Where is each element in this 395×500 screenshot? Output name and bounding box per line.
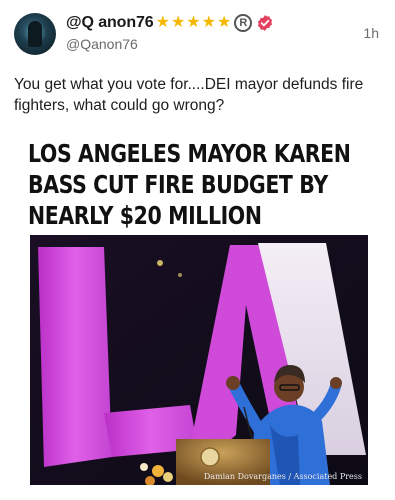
headline-line: NEARLY $20 MILLION	[28, 201, 262, 230]
author-handle[interactable]: @Qanon76	[66, 36, 138, 52]
star-icon: ★	[155, 14, 170, 31]
registered-icon: R	[234, 14, 253, 32]
rating-stars: ★ ★ ★ ★ ★	[156, 15, 233, 31]
photo-credit: Damian Dovarganes / Associated Press	[203, 472, 362, 481]
star-icon: ★	[170, 14, 186, 31]
post-media[interactable]: LOS ANGELES MAYOR KAREN BASS CUT FIRE BU…	[22, 130, 374, 490]
star-icon: ★	[201, 14, 216, 31]
post-timestamp[interactable]: 1h	[363, 25, 379, 41]
headline-line: LOS ANGELES MAYOR KAREN	[28, 139, 351, 168]
verified-badge-icon	[256, 14, 274, 32]
avatar-figure	[28, 21, 42, 47]
post-text: You get what you vote for....DEI mayor d…	[14, 76, 364, 114]
star-icon: ★	[186, 14, 201, 31]
star-icon: ★	[216, 14, 232, 31]
author-display-name[interactable]: @Q anon76	[66, 14, 154, 32]
avatar[interactable]	[14, 13, 56, 55]
post-card: @Q anon76 ★ ★ ★ ★ ★ R @Qanon76 1h You get wh…	[0, 0, 395, 500]
headline-line: BASS CUT FIRE BUDGET BY	[28, 170, 328, 199]
news-photo[interactable]: Damian Dovarganes / Associated Press	[30, 235, 368, 485]
author-name-row: @Q anon76 ★ ★ ★ ★ ★ R	[66, 12, 274, 34]
news-photo-illustration	[30, 235, 368, 485]
article-headline: LOS ANGELES MAYOR KAREN BASS CUT FIRE BU…	[28, 138, 351, 231]
